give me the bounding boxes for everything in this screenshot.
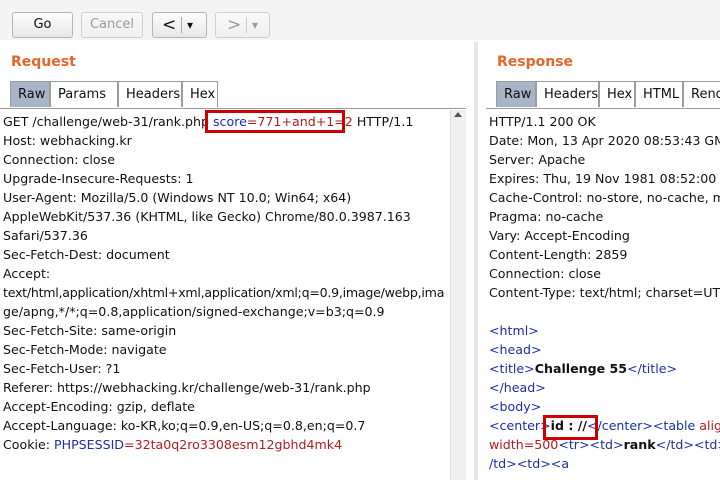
- request-editor[interactable]: GET /challenge/web-31/rank.php score=771…: [0, 110, 450, 480]
- request-tab-headers[interactable]: Headers: [118, 81, 182, 107]
- request-header-line: Sec-Fetch-User: ?1: [3, 361, 121, 376]
- request-cookie-line: Cookie: PHPSESSID=32ta0q2ro3308esm12gbhd…: [3, 435, 342, 454]
- response-header-line: Connection: close: [489, 266, 601, 281]
- title-open-tag: <title>: [489, 361, 535, 376]
- id-highlight-box: [543, 415, 598, 440]
- response-header-line: Server: Apache: [489, 152, 586, 167]
- head-close-tag: </head>: [489, 380, 546, 395]
- response-tab-render[interactable]: Rend: [683, 81, 720, 107]
- back-dropdown-icon[interactable]: ▾: [187, 13, 193, 37]
- response-header-line: Vary: Accept-Encoding: [489, 228, 630, 243]
- response-tabs: Raw Headers Hex HTML Rend: [496, 81, 720, 108]
- response-tab-underline: [486, 108, 720, 109]
- request-header-line: Connection: close: [3, 152, 115, 167]
- td-close-tag: /td>: [489, 456, 517, 471]
- request-header-line: Safari/537.36: [3, 228, 88, 243]
- forward-dropdown-icon[interactable]: ▾: [252, 13, 258, 37]
- request-tab-raw[interactable]: Raw: [10, 81, 50, 107]
- request-header-line: Host: webhacking.kr: [3, 133, 132, 148]
- a-open-tag: <a: [550, 456, 570, 471]
- score-highlight-box: [205, 110, 345, 133]
- rank-text: rank: [623, 437, 656, 452]
- request-header-line: Accept-Encoding: gzip, deflate: [3, 399, 195, 414]
- request-tab-hex[interactable]: Hex: [182, 81, 218, 107]
- request-header-line: Sec-Fetch-Mode: navigate: [3, 342, 167, 357]
- td-close-tag: </td>: [655, 437, 694, 452]
- response-html-line: <html>: [489, 321, 539, 340]
- request-header-line: ge/apng,*/*;q=0.8,application/signed-exc…: [3, 304, 385, 319]
- cookie-eq: =: [124, 437, 135, 452]
- response-header-line: Cache-Control: no-store, no-cache, mu: [489, 190, 720, 205]
- request-header-line: User-Agent: Mozilla/5.0 (Windows NT 10.0…: [3, 190, 352, 205]
- response-html-line: <title>Challenge 55</title>: [489, 359, 677, 378]
- request-tab-params[interactable]: Params: [50, 81, 118, 107]
- go-button[interactable]: Go: [12, 12, 73, 38]
- response-html-line: /td><td><a: [489, 454, 569, 473]
- width-attr: width: [489, 437, 524, 452]
- forward-button[interactable]: > ▾: [215, 12, 270, 38]
- center-open-tag: <center>: [489, 418, 551, 433]
- title-text: Challenge 55: [534, 361, 628, 376]
- response-header-line: HTTP/1.1 200 OK: [489, 114, 596, 129]
- response-html-line: <center>id : //</center><table alig: [489, 416, 720, 435]
- head-tag: <head>: [489, 342, 542, 357]
- response-header-line: Expires: Thu, 19 Nov 1981 08:52:00 GMT: [489, 171, 720, 186]
- cookie-value: 32ta0q2ro3308esm12gbhd4mk4: [134, 437, 343, 452]
- table-attr: alig: [699, 418, 720, 433]
- body-tag: <body>: [489, 399, 542, 414]
- response-html-line: width=500<tr><td>rank</td><td>: [489, 435, 720, 454]
- pane-splitter[interactable]: [474, 42, 478, 480]
- response-html-line: <head>: [489, 340, 542, 359]
- response-editor[interactable]: HTTP/1.1 200 OK Date: Mon, 13 Apr 2020 0…: [486, 110, 720, 480]
- response-html-line: </head>: [489, 378, 546, 397]
- response-header-line: Content-Length: 2859: [489, 247, 628, 262]
- response-title: Response: [497, 54, 574, 70]
- request-header-line: Referer: https://webhacking.kr/challenge…: [3, 380, 371, 395]
- response-html-line: <body>: [489, 397, 541, 416]
- request-header-line: Upgrade-Insecure-Requests: 1: [3, 171, 194, 186]
- title-close-tag: </title>: [627, 361, 678, 376]
- table-open-tag: <table: [652, 418, 700, 433]
- response-tab-html[interactable]: HTML: [635, 81, 683, 107]
- request-header-line: Sec-Fetch-Dest: document: [3, 247, 170, 262]
- response-header-line: Content-Type: text/html; charset=UTF-8: [489, 285, 720, 300]
- cancel-button[interactable]: Cancel: [81, 12, 143, 38]
- toolbar: Go Cancel < ▾ > ▾: [0, 0, 720, 40]
- response-tab-raw[interactable]: Raw: [496, 81, 536, 107]
- td-open-tag: <td>: [693, 437, 720, 452]
- cookie-label: Cookie:: [3, 437, 54, 452]
- request-header-line: Accept:: [3, 266, 51, 281]
- back-arrow-icon: <: [162, 15, 177, 35]
- request-header-line: Accept-Language: ko-KR,ko;q=0.9,en-US;q=…: [3, 418, 366, 433]
- request-header-line: AppleWebKit/537.36 (KHTML, like Gecko) C…: [3, 209, 411, 224]
- td-open-tag: <td>: [516, 456, 551, 471]
- cookie-name: PHPSESSID: [54, 437, 125, 452]
- forward-separator: [246, 17, 247, 33]
- response-tab-hex[interactable]: Hex: [599, 81, 635, 107]
- request-scrollbar[interactable]: [450, 110, 466, 480]
- request-tabs: Raw Params Headers Hex: [10, 81, 450, 108]
- request-header-line: text/html,application/xhtml+xml,applicat…: [3, 285, 445, 300]
- back-button[interactable]: < ▾: [152, 12, 207, 38]
- request-tab-underline: [0, 108, 466, 109]
- forward-arrow-icon: >: [227, 15, 242, 35]
- response-header-line: Date: Mon, 13 Apr 2020 08:53:43 GMT: [489, 133, 720, 148]
- response-tab-headers[interactable]: Headers: [536, 81, 599, 107]
- response-header-line: Pragma: no-cache: [489, 209, 604, 224]
- html-tag: <html>: [489, 323, 539, 338]
- request-header-line: Sec-Fetch-Site: same-origin: [3, 323, 177, 338]
- request-title: Request: [11, 54, 76, 70]
- scroll-up-arrow-icon[interactable]: [454, 112, 462, 117]
- back-separator: [181, 17, 182, 33]
- request-method-path: GET /challenge/web-31/rank.php: [3, 114, 213, 129]
- request-protocol: HTTP/1.1: [352, 114, 414, 129]
